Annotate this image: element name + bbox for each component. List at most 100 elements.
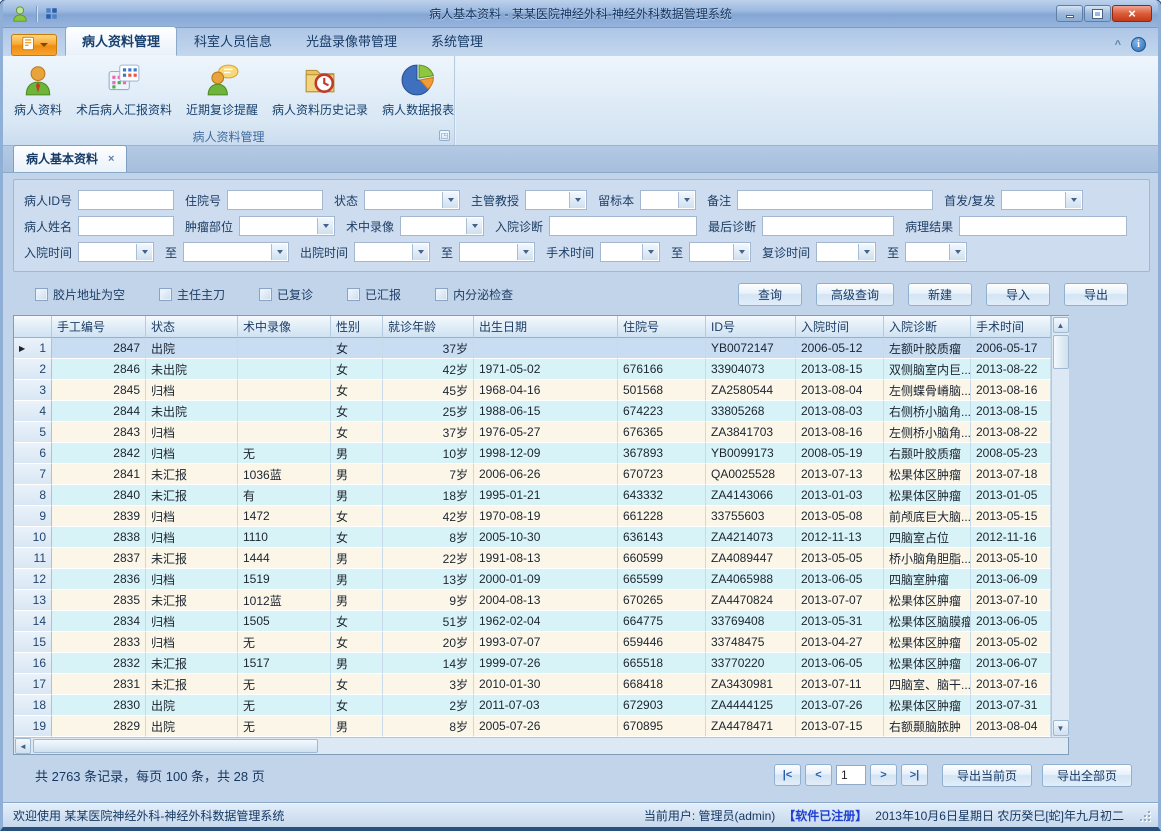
- dropdown-arrow-icon[interactable]: [466, 218, 482, 234]
- next-page-button[interactable]: >: [870, 764, 897, 786]
- scroll-down-icon[interactable]: ▼: [1053, 720, 1069, 736]
- table-row[interactable]: 82840未汇报有男18岁1995-01-21643332ZA414306620…: [14, 485, 1051, 506]
- dropdown-arrow-icon[interactable]: [569, 192, 585, 208]
- table-row[interactable]: 152833归档无女20岁1993-07-0765944633748475201…: [14, 632, 1051, 653]
- table-row[interactable]: 122836归档1519男13岁2000-01-09665599ZA406598…: [14, 569, 1051, 590]
- group-expand-icon[interactable]: ◳: [439, 130, 450, 141]
- grid-header-cell-2[interactable]: 状态: [146, 316, 238, 338]
- export-current-page-button[interactable]: 导出当前页: [942, 764, 1032, 787]
- ribbon-button-3[interactable]: 病人资料历史记录: [265, 59, 375, 127]
- dropdown-arrow-icon[interactable]: [733, 244, 749, 260]
- scroll-up-icon[interactable]: ▲: [1053, 317, 1069, 333]
- filter-combobox[interactable]: [1001, 190, 1083, 210]
- table-row[interactable]: 142834归档1505女51岁1962-02-0466477533769408…: [14, 611, 1051, 632]
- table-row[interactable]: 52843归档女37岁1976-05-27676365ZA38417032013…: [14, 422, 1051, 443]
- checkbox-4[interactable]: 内分泌检查: [435, 286, 513, 303]
- page-number-input[interactable]: [836, 765, 866, 785]
- grid-header-cell-10[interactable]: 入院诊断: [884, 316, 971, 338]
- minimize-button[interactable]: [1056, 5, 1083, 22]
- software-registered-link[interactable]: 【软件已注册】: [783, 807, 867, 824]
- filter-combobox[interactable]: [459, 242, 535, 262]
- filter-combobox[interactable]: [354, 242, 430, 262]
- last-page-button[interactable]: >|: [901, 764, 928, 786]
- grid-header-cell-0[interactable]: [14, 316, 52, 338]
- info-icon[interactable]: i: [1131, 37, 1146, 52]
- action-button-4[interactable]: 导出: [1064, 283, 1128, 306]
- resize-grip[interactable]: [1138, 809, 1150, 821]
- grid-header-cell-1[interactable]: 手工编号: [52, 316, 146, 338]
- table-row[interactable]: 162832未汇报1517男14岁1999-07-266655183377022…: [14, 653, 1051, 674]
- filter-combobox[interactable]: [239, 216, 335, 236]
- maximize-button[interactable]: [1084, 5, 1111, 22]
- dropdown-arrow-icon[interactable]: [858, 244, 874, 260]
- dropdown-arrow-icon[interactable]: [136, 244, 152, 260]
- table-row[interactable]: 192829出院无男8岁2005-07-26670895ZA4478471201…: [14, 716, 1051, 737]
- table-row[interactable]: 112837未汇报1444男22岁1991-08-13660599ZA40894…: [14, 548, 1051, 569]
- filter-input[interactable]: [227, 190, 323, 210]
- filter-combobox[interactable]: [364, 190, 460, 210]
- dropdown-arrow-icon[interactable]: [317, 218, 333, 234]
- ribbon-button-1[interactable]: 术后病人汇报资料: [69, 59, 179, 127]
- doc-tab-patient-basic-info[interactable]: 病人基本资料 ×: [13, 145, 127, 172]
- checkbox-icon[interactable]: [35, 288, 48, 301]
- vertical-scroll-thumb[interactable]: [1053, 335, 1069, 369]
- table-row[interactable]: 22846未出院女42岁1971-05-02676166339040732013…: [14, 359, 1051, 380]
- export-all-pages-button[interactable]: 导出全部页: [1042, 764, 1132, 787]
- first-page-button[interactable]: |<: [774, 764, 801, 786]
- action-button-0[interactable]: 查询: [738, 283, 802, 306]
- scroll-left-icon[interactable]: ◄: [15, 738, 31, 754]
- layout-blocks-icon[interactable]: [44, 6, 59, 21]
- prev-page-button[interactable]: <: [805, 764, 832, 786]
- horizontal-scrollbar[interactable]: ◄: [14, 737, 1068, 754]
- action-button-2[interactable]: 新建: [908, 283, 972, 306]
- table-row[interactable]: 32845归档女45岁1968-04-16501568ZA25805442013…: [14, 380, 1051, 401]
- filter-combobox[interactable]: [600, 242, 660, 262]
- table-row[interactable]: ▶12847出院女37岁YB00721472006-05-12左额叶胶质瘤200…: [14, 338, 1051, 359]
- checkbox-icon[interactable]: [159, 288, 172, 301]
- grid-header-cell-3[interactable]: 术中录像: [238, 316, 331, 338]
- checkbox-icon[interactable]: [259, 288, 272, 301]
- grid-header-cell-11[interactable]: 手术时间: [971, 316, 1051, 338]
- filter-combobox[interactable]: [78, 242, 154, 262]
- dropdown-arrow-icon[interactable]: [442, 192, 458, 208]
- grid-header-cell-4[interactable]: 性别: [331, 316, 383, 338]
- app-logo-icon[interactable]: [11, 5, 29, 23]
- checkbox-1[interactable]: 主任主刀: [159, 286, 225, 303]
- checkbox-icon[interactable]: [347, 288, 360, 301]
- ribbon-tab-2[interactable]: 光盘录像带管理: [289, 26, 414, 56]
- filter-combobox[interactable]: [816, 242, 876, 262]
- filter-input[interactable]: [959, 216, 1127, 236]
- close-tab-icon[interactable]: ×: [108, 153, 114, 165]
- dropdown-arrow-icon[interactable]: [517, 244, 533, 260]
- checkbox-3[interactable]: 已汇报: [347, 286, 401, 303]
- grid-header-cell-6[interactable]: 出生日期: [474, 316, 618, 338]
- filter-input[interactable]: [737, 190, 933, 210]
- checkbox-0[interactable]: 胶片地址为空: [35, 286, 125, 303]
- filter-combobox[interactable]: [905, 242, 967, 262]
- filter-input[interactable]: [549, 216, 697, 236]
- action-button-1[interactable]: 高级查询: [816, 283, 894, 306]
- dropdown-arrow-icon[interactable]: [271, 244, 287, 260]
- vertical-scrollbar[interactable]: ▲ ▼: [1051, 316, 1069, 737]
- dropdown-arrow-icon[interactable]: [678, 192, 694, 208]
- collapse-ribbon-icon[interactable]: ^: [1115, 39, 1121, 51]
- ribbon-tab-3[interactable]: 系统管理: [414, 26, 500, 56]
- table-row[interactable]: 172831未汇报无女3岁2010-01-30668418ZA343098120…: [14, 674, 1051, 695]
- dropdown-arrow-icon[interactable]: [412, 244, 428, 260]
- table-row[interactable]: 92839归档1472女42岁1970-08-19661228337556032…: [14, 506, 1051, 527]
- table-row[interactable]: 182830出院无女2岁2011-07-03672903ZA4444125201…: [14, 695, 1051, 716]
- ribbon-tab-1[interactable]: 科室人员信息: [177, 26, 289, 56]
- filter-combobox[interactable]: [183, 242, 289, 262]
- application-menu-button[interactable]: [11, 34, 57, 56]
- dropdown-arrow-icon[interactable]: [1065, 192, 1081, 208]
- filter-input[interactable]: [78, 216, 174, 236]
- filter-combobox[interactable]: [689, 242, 751, 262]
- ribbon-button-4[interactable]: 病人数据报表: [375, 59, 461, 127]
- table-row[interactable]: 102838归档1110女8岁2005-10-30636143ZA4214073…: [14, 527, 1051, 548]
- table-row[interactable]: 62842归档无男10岁1998-12-09367893YB0099173200…: [14, 443, 1051, 464]
- dropdown-arrow-icon[interactable]: [642, 244, 658, 260]
- filter-input[interactable]: [762, 216, 894, 236]
- filter-combobox[interactable]: [400, 216, 484, 236]
- grid-header-cell-8[interactable]: ID号: [706, 316, 796, 338]
- checkbox-icon[interactable]: [435, 288, 448, 301]
